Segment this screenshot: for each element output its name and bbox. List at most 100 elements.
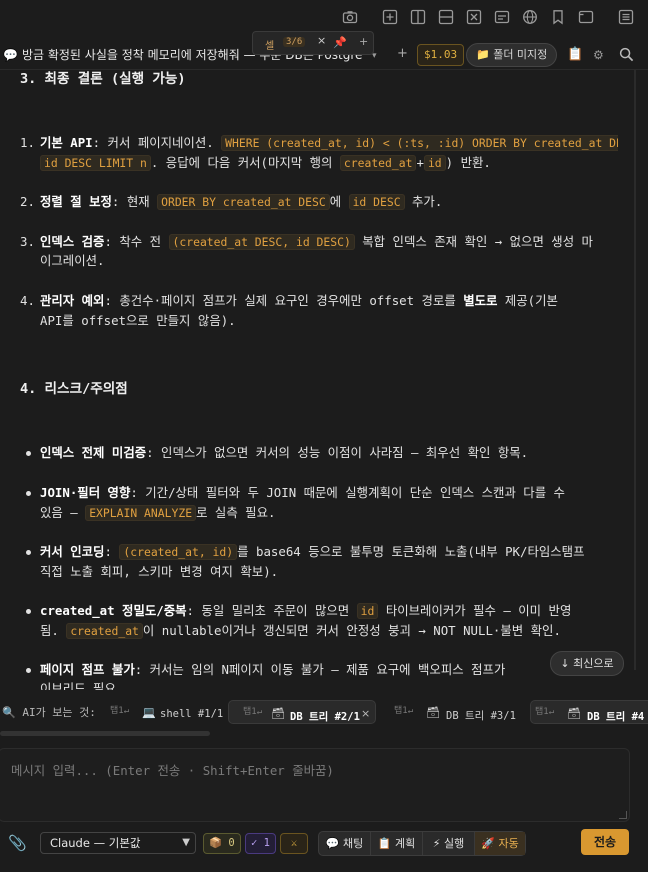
item-text: 이 nullable이거나 갱신되면 커서 안정성 붕괴 → NOT NULL·… — [142, 623, 561, 638]
inline-code: id — [423, 155, 446, 171]
mode-auto-button[interactable]: 🚀 자동 — [475, 832, 525, 855]
add-pane-icon[interactable] — [382, 9, 398, 25]
item-title: created_at 정밀도/중복 — [40, 603, 187, 618]
window-icon[interactable] — [578, 9, 594, 25]
bullet — [26, 451, 31, 456]
cell-label: 셀 — [265, 41, 275, 52]
verify-pill[interactable]: ✓ 1 — [245, 833, 276, 854]
add-cell-button[interactable]: + — [359, 35, 368, 48]
split-horizontal-icon[interactable] — [438, 9, 454, 25]
mode-execute-button[interactable]: ⚡ 실행 — [423, 832, 475, 855]
item-text: : — [104, 544, 120, 559]
list-item-line: 있음 — EXPLAIN ANALYZE 로 실측 필요. — [40, 505, 275, 521]
pin-icon[interactable]: 📌 — [333, 36, 347, 49]
list-item: 정렬 절 보정: 현재 ORDER BY created_at DESC 에 id… — [40, 194, 442, 210]
inline-code: (created_at, id) — [119, 544, 238, 560]
item-text: 추가. — [404, 194, 443, 209]
list-number: 2. — [20, 194, 35, 209]
mode-plan-button[interactable]: 📋 계획 — [371, 832, 423, 855]
list-item: 기본 API: 커서 페이지네이션. WHERE (created_at, id… — [40, 135, 618, 151]
send-button[interactable]: 전송 — [581, 829, 629, 855]
inline-code: id — [356, 603, 379, 619]
menu-icon[interactable] — [618, 9, 634, 25]
terminal-chip[interactable]: 탭1↵ 💻 shell #1/1 — [106, 700, 223, 724]
split-vertical-icon[interactable] — [410, 9, 426, 25]
item-text: : 기간/상태 필터와 두 JOIN 때문에 실행계획이 단순 인덱스 스캔과 … — [130, 485, 565, 500]
item-text: 있음 — — [40, 505, 86, 520]
list-item: created_at 정밀도/중복: 동일 밀리초 주문이 많으면 id 타이브… — [40, 603, 571, 619]
close-icon[interactable]: × — [361, 707, 370, 720]
chevron-down-icon: ▼ — [182, 837, 190, 848]
gear-icon[interactable]: ⚙ — [593, 48, 604, 62]
item-text: 로 실측 필요. — [196, 505, 276, 520]
risk-heading: 4. 리스크/주의점 — [20, 381, 128, 397]
bookmark-icon[interactable] — [550, 9, 566, 25]
close-pane-icon[interactable] — [466, 9, 482, 25]
memory-pill[interactable]: 📦 0 — [203, 833, 241, 854]
scroll-to-latest-button[interactable]: ↓ 최신으로 — [550, 651, 624, 676]
db-tree-icon: 🗃 — [567, 707, 581, 720]
subtitles-icon[interactable] — [494, 9, 510, 25]
folder-button[interactable]: 📁 폴더 미지정 — [466, 43, 558, 67]
conclusion-heading: 3. 최종 결론 (실행 가능) — [20, 71, 186, 87]
terminal-name: shell #1/1 — [160, 708, 224, 720]
globe-icon[interactable] — [522, 9, 538, 25]
camera-icon[interactable] — [342, 9, 358, 25]
mode-chat-button[interactable]: 💬 채팅 — [319, 832, 371, 855]
model-select[interactable]: Claude — 기본값 ▼ — [40, 832, 196, 854]
list-item-line: API를 offset으로 만들지 않음). — [40, 313, 236, 328]
list-item: 인덱스 검증: 착수 전 (created_at DESC, id DESC) … — [40, 234, 593, 250]
terminal-name: DB 트리 #2/1 — [290, 711, 360, 723]
terminal-chip[interactable]: 탭1↵ 🗃 DB 트리 #4 — [530, 700, 648, 724]
inline-code: ORDER BY created_at DESC — [157, 194, 330, 210]
terminal-chip[interactable]: 탭1↵ 🗃 DB 트리 #2/1 × — [228, 700, 376, 724]
model-select-value: Claude — 기본값 — [50, 836, 141, 850]
message-input[interactable]: 메시지 입력... (Enter 전송 · Shift+Enter 줄바꿈) — [0, 748, 630, 822]
inline-code: created_at — [66, 623, 143, 639]
item-text: : 인덱스가 없으면 커서의 성능 이점이 사라짐 — 최우선 확인 항목. — [146, 445, 529, 460]
chat-bubble-icon: 💬 — [3, 48, 18, 62]
add-tab-button[interactable]: + — [397, 46, 408, 61]
item-text: 타이브레이커가 필수 — 이미 반영 — [378, 603, 572, 618]
shortcut-key: 탭1↵ — [535, 707, 555, 717]
ai-watch-label: 🔍 AI가 보는 것: — [2, 706, 96, 719]
paperclip-icon[interactable]: 📎 — [8, 834, 27, 852]
item-title: 정렬 절 보정 — [40, 194, 112, 209]
inline-code: id DESC LIMIT n — [40, 155, 151, 171]
watch-horizontal-scrollbar[interactable] — [0, 731, 210, 736]
bullet — [26, 609, 31, 614]
search-icon[interactable] — [619, 47, 634, 66]
list-item-line: id DESC LIMIT n. 응답에 다음 커서(마지막 행의 create… — [40, 155, 491, 171]
ai-watch-bar: 🔍 AI가 보는 것: 탭1↵ 💻 shell #1/1 탭1↵ 🗃 DB 트리… — [0, 696, 648, 728]
list-item: JOIN·필터 영향: 기간/상태 필터와 두 JOIN 때문에 실행계획이 단… — [40, 485, 565, 500]
inline-code: EXPLAIN ANALYZE — [85, 505, 197, 521]
resize-handle[interactable] — [619, 811, 627, 819]
item-text: : 커서 페이지네이션. — [92, 135, 222, 150]
list-item-line: 이브리드 필요. — [40, 681, 124, 690]
item-text: : 커서는 임의 N페이지 이동 불가 — 제품 요구에 백오피스 점프가 — [134, 662, 506, 677]
cell-popover: 셀 3/6 × 📌 + — [252, 31, 374, 55]
cell-count: 3/6 — [283, 37, 306, 47]
shortcut-key: 탭1↵ — [243, 707, 263, 717]
content-scrollbar[interactable] — [618, 70, 648, 690]
terminal-name: DB 트리 #4 — [587, 711, 645, 723]
inline-code: created_at — [339, 155, 417, 171]
bullet — [26, 668, 31, 673]
item-text: : 총건수·페이지 점프가 실제 요구인 경우에만 offset 경로를 — [104, 293, 464, 308]
terminal-icon: 💻 — [142, 706, 156, 719]
item-title: 커서 인코딩 — [40, 544, 105, 559]
shortcut-key: 탭1↵ — [110, 706, 130, 716]
terminal-chip[interactable]: 탭1↵ 🗃 DB 트리 #3/1 — [390, 700, 518, 724]
close-icon[interactable]: × — [317, 34, 326, 47]
scrollbar-thumb[interactable] — [634, 70, 636, 670]
list-number: 1. — [20, 135, 35, 150]
clipboard-icon[interactable]: 📋 — [567, 47, 583, 62]
list-item: 페이지 점프 불가: 커서는 임의 N페이지 이동 불가 — 제품 요구에 백오… — [40, 662, 505, 677]
list-number: 4. — [20, 293, 35, 308]
list-item: 인덱스 전제 미검증: 인덱스가 없으면 커서의 성능 이점이 사라짐 — 최우… — [40, 445, 528, 460]
top-toolbar — [0, 0, 648, 34]
db-tree-icon: 🗃 — [271, 707, 285, 720]
item-text: 를 base64 등으로 불투명 토큰화해 노출(내부 PK/타임스탬프 — [237, 544, 585, 559]
tools-pill[interactable]: ⚔ — [280, 833, 308, 854]
bullet — [26, 550, 31, 555]
